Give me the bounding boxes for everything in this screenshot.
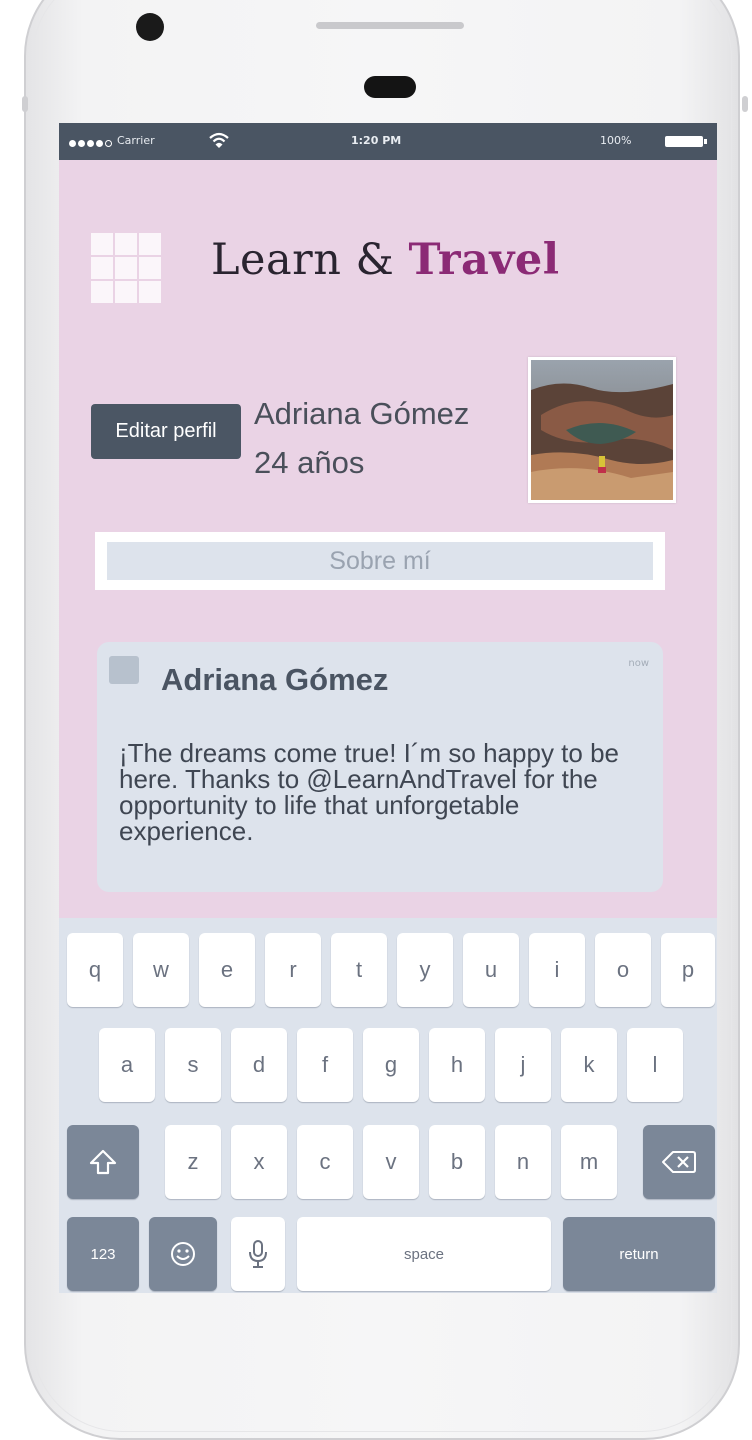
- emoji-icon: [171, 1242, 195, 1266]
- battery-percent: 100%: [600, 134, 632, 147]
- key-i[interactable]: i: [529, 933, 585, 1007]
- profile-photo-image: [531, 360, 673, 500]
- side-button-left: [22, 96, 28, 112]
- app-screen: Carrier 1:20 PM 100% Learn & Travel Edit…: [59, 123, 717, 1293]
- numbers-key[interactable]: 123: [67, 1217, 139, 1291]
- key-d[interactable]: d: [231, 1028, 287, 1102]
- key-u[interactable]: u: [463, 933, 519, 1007]
- key-m[interactable]: m: [561, 1125, 617, 1199]
- wifi-icon: [209, 132, 229, 148]
- profile-age: 24 años: [254, 445, 365, 480]
- post-avatar: [109, 656, 139, 684]
- key-s[interactable]: s: [165, 1028, 221, 1102]
- key-r[interactable]: r: [265, 933, 321, 1007]
- key-o[interactable]: o: [595, 933, 651, 1007]
- post-time: now: [628, 658, 649, 669]
- key-l[interactable]: l: [627, 1028, 683, 1102]
- about-me-label: Sobre mí: [107, 542, 653, 580]
- keyboard: q w e r t y u i o p a s d f g h j k l z …: [59, 918, 717, 1293]
- top-speaker: [316, 22, 464, 29]
- earpiece: [364, 76, 416, 98]
- key-j[interactable]: j: [495, 1028, 551, 1102]
- battery-icon: [665, 136, 707, 147]
- key-p[interactable]: p: [661, 933, 715, 1007]
- shift-key[interactable]: [67, 1125, 139, 1199]
- about-me-field[interactable]: Sobre mí: [95, 532, 665, 590]
- key-h[interactable]: h: [429, 1028, 485, 1102]
- key-w[interactable]: w: [133, 933, 189, 1007]
- key-f[interactable]: f: [297, 1028, 353, 1102]
- post-author: Adriana Gómez: [161, 662, 389, 697]
- edit-profile-button[interactable]: Editar perfil: [91, 404, 241, 459]
- status-bar: Carrier 1:20 PM 100%: [59, 123, 717, 160]
- key-z[interactable]: z: [165, 1125, 221, 1199]
- key-c[interactable]: c: [297, 1125, 353, 1199]
- key-y[interactable]: y: [397, 933, 453, 1007]
- microphone-icon: [249, 1240, 267, 1268]
- post-card: Adriana Gómez now ¡The dreams come true!…: [97, 642, 663, 892]
- backspace-key[interactable]: [643, 1125, 715, 1199]
- microphone-key[interactable]: [231, 1217, 285, 1291]
- carrier-label: Carrier: [117, 134, 155, 147]
- key-v[interactable]: v: [363, 1125, 419, 1199]
- front-camera: [136, 13, 164, 41]
- key-x[interactable]: x: [231, 1125, 287, 1199]
- key-t[interactable]: t: [331, 933, 387, 1007]
- shift-icon: [89, 1149, 117, 1175]
- key-a[interactable]: a: [99, 1028, 155, 1102]
- title-learn: Learn &: [211, 235, 409, 285]
- side-button-right: [742, 96, 748, 112]
- profile-photo[interactable]: [528, 357, 676, 503]
- key-e[interactable]: e: [199, 933, 255, 1007]
- emoji-key[interactable]: [149, 1217, 217, 1291]
- backspace-icon: [662, 1151, 696, 1173]
- key-n[interactable]: n: [495, 1125, 551, 1199]
- key-b[interactable]: b: [429, 1125, 485, 1199]
- app-title: Learn & Travel: [211, 235, 560, 285]
- key-k[interactable]: k: [561, 1028, 617, 1102]
- key-g[interactable]: g: [363, 1028, 419, 1102]
- return-key[interactable]: return: [563, 1217, 715, 1291]
- post-text: ¡The dreams come true! I´m so happy to b…: [119, 738, 619, 846]
- space-key[interactable]: space: [297, 1217, 551, 1291]
- key-q[interactable]: q: [67, 933, 123, 1007]
- title-travel: Travel: [408, 235, 560, 285]
- clock: 1:20 PM: [351, 134, 402, 147]
- profile-name: Adriana Gómez: [254, 396, 470, 431]
- grid-menu-icon[interactable]: [91, 233, 161, 303]
- signal-icon: [69, 137, 114, 150]
